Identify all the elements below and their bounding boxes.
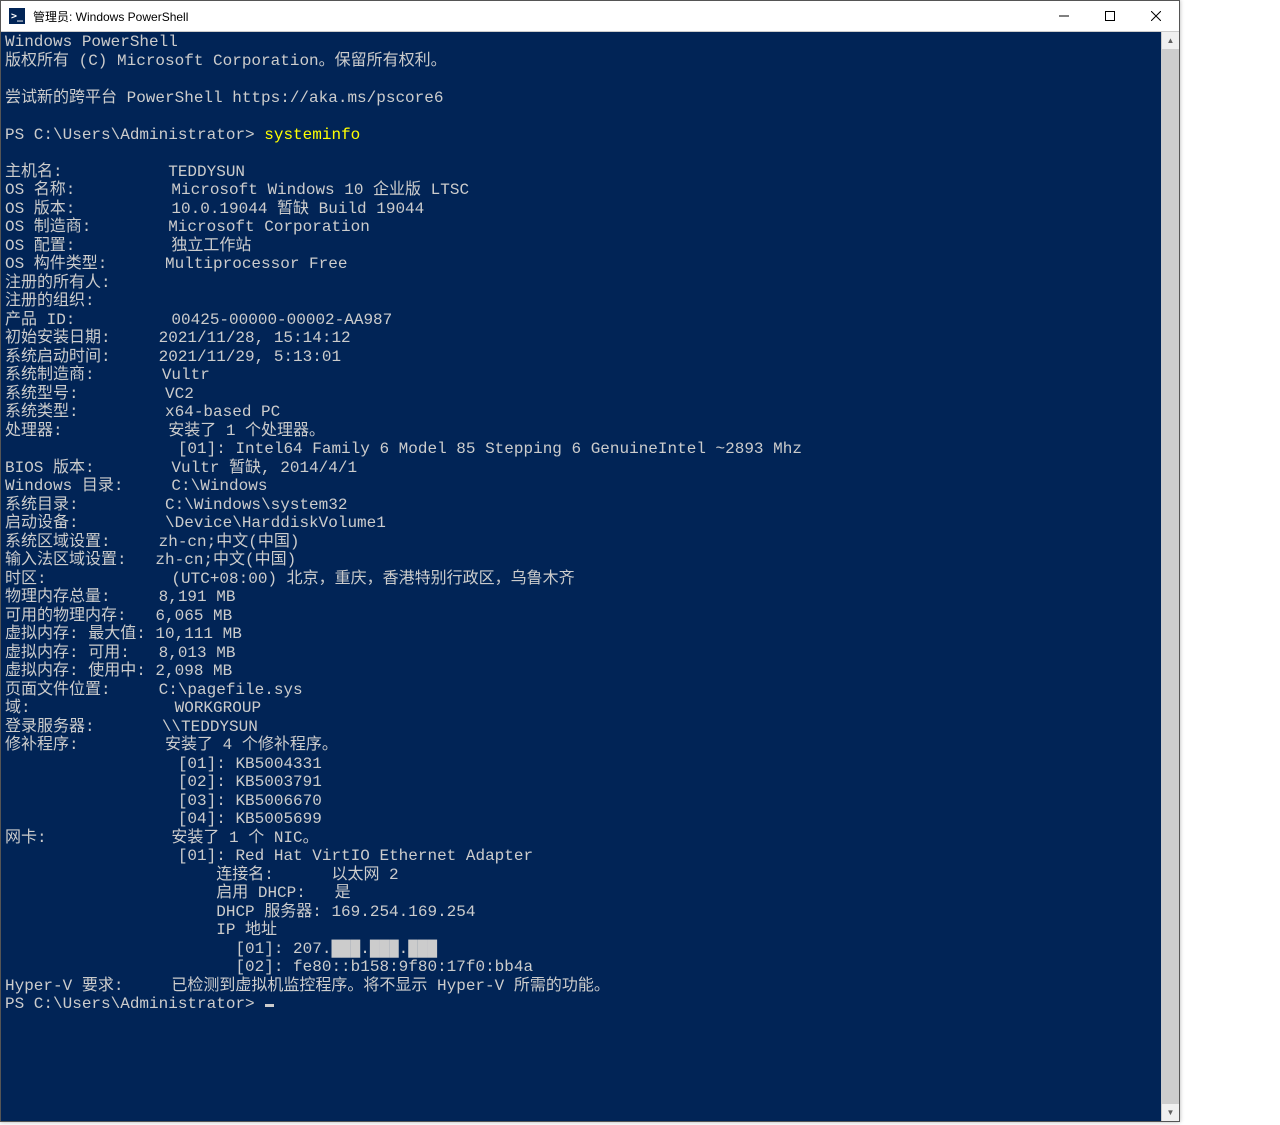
scroll-down-button[interactable]: ▼ [1162,1104,1179,1121]
close-button[interactable] [1133,1,1179,31]
window-controls [1041,1,1179,31]
maximize-button[interactable] [1087,1,1133,31]
scroll-up-button[interactable]: ▲ [1162,32,1179,49]
window-title: 管理员: Windows PowerShell [33,8,188,25]
powershell-icon: >_ [9,8,25,24]
terminal-output[interactable]: Windows PowerShell 版权所有 (C) Microsoft Co… [1,32,1161,1121]
terminal-body: Windows PowerShell 版权所有 (C) Microsoft Co… [1,32,1179,1121]
powershell-window: >_ 管理员: Windows PowerShell Windows Power… [0,0,1180,1122]
minimize-button[interactable] [1041,1,1087,31]
scrollbar-thumb[interactable] [1162,49,1179,1104]
vertical-scrollbar[interactable]: ▲ ▼ [1161,32,1179,1121]
titlebar[interactable]: >_ 管理员: Windows PowerShell [1,1,1179,32]
